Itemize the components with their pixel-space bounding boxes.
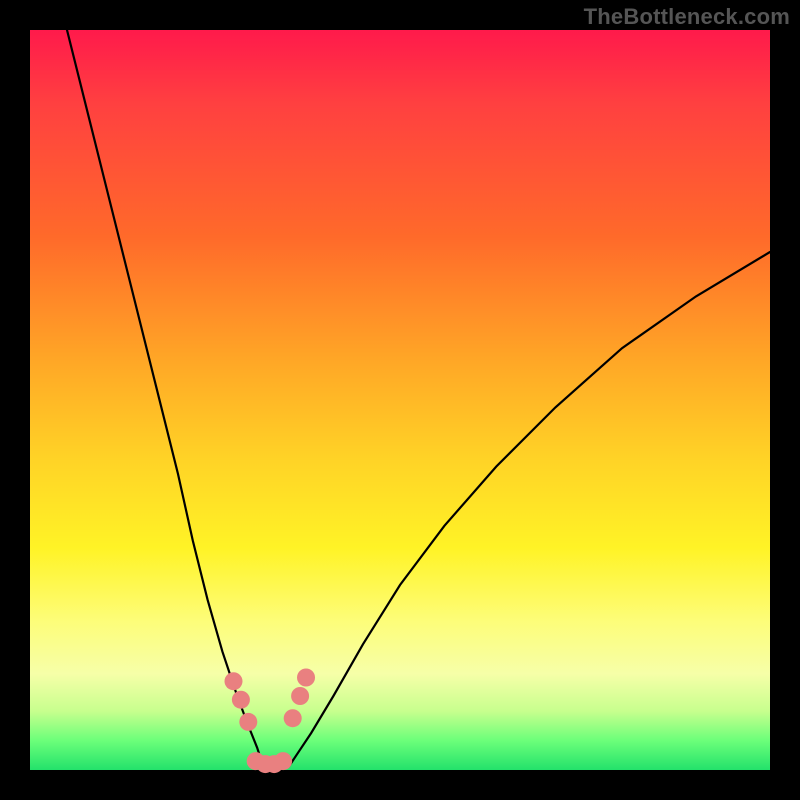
- marker-dot: [274, 752, 292, 770]
- marker-dot: [291, 687, 309, 705]
- series-group: [67, 30, 770, 773]
- marker-dot: [297, 669, 315, 687]
- plot-area: [30, 30, 770, 770]
- marker-dot: [284, 709, 302, 727]
- curve-svg: [30, 30, 770, 770]
- watermark-text: TheBottleneck.com: [584, 4, 790, 30]
- chart-stage: TheBottleneck.com: [0, 0, 800, 800]
- marker-dot: [239, 713, 257, 731]
- curve-right-branch: [289, 252, 770, 766]
- marker-dot: [225, 672, 243, 690]
- marker-dot: [232, 691, 250, 709]
- curve-left-branch: [67, 30, 263, 766]
